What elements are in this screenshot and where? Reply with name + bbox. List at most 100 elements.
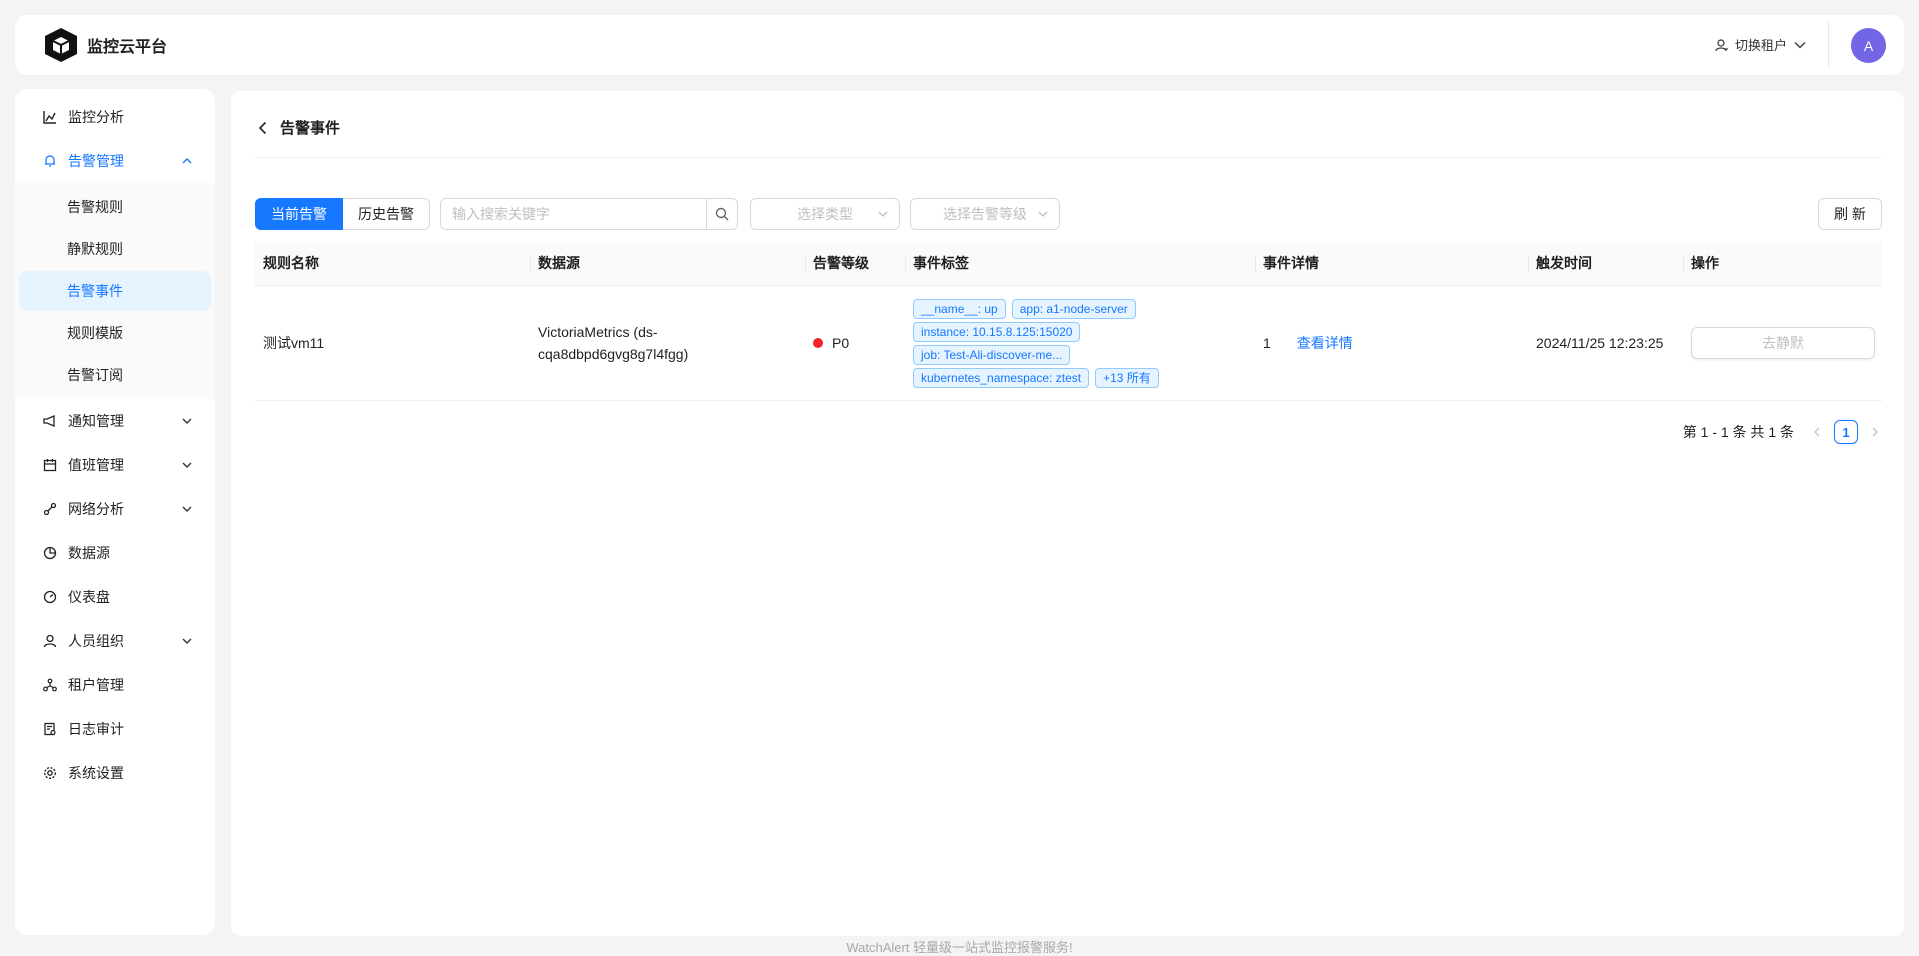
event-tag[interactable]: app: a1-node-server xyxy=(1011,298,1136,319)
dashboard-icon xyxy=(42,589,58,605)
sidebar-item-label: 告警管理 xyxy=(68,153,124,169)
sidebar-item-monitor-analysis[interactable]: 监控分析 xyxy=(15,95,215,139)
chevron-down-icon xyxy=(1794,41,1806,48)
event-tag[interactable]: job: Test-Ali-discover-me... xyxy=(913,344,1071,365)
sidebar-item-label: 仪表盘 xyxy=(68,589,110,605)
alert-type-segmented: 当前告警 历史告警 xyxy=(255,198,430,230)
chart-icon xyxy=(42,109,58,125)
event-tag[interactable]: kubernetes_namespace: ztest xyxy=(913,367,1090,388)
event-tag[interactable]: instance: 10.15.8.125:15020 xyxy=(913,321,1081,342)
user-avatar[interactable]: A xyxy=(1851,28,1886,63)
top-header: 监控云平台 切换租户 A xyxy=(15,15,1904,75)
sidebar-item-label: 通知管理 xyxy=(68,413,124,429)
chevron-left-icon xyxy=(1814,427,1820,437)
bell-icon xyxy=(42,153,58,169)
column-header-event-detail: 事件详情 xyxy=(1255,241,1528,285)
sidebar-item-tenant-management[interactable]: 租户管理 xyxy=(15,663,215,707)
page-title: 告警事件 xyxy=(280,120,341,137)
sidebar-item-log-audit[interactable]: 日志审计 xyxy=(15,707,215,751)
app-title: 监控云平台 xyxy=(87,39,168,56)
megaphone-icon xyxy=(42,413,58,429)
pie-icon xyxy=(42,545,58,561)
chevron-down-icon xyxy=(1038,211,1048,217)
severity-label: P0 xyxy=(832,335,850,351)
sidebar-item-alert-rules[interactable]: 告警规则 xyxy=(19,187,211,227)
type-select[interactable]: 选择类型 xyxy=(750,198,900,230)
sidebar-item-label: 网络分析 xyxy=(68,501,124,517)
sidebar-item-alert-events[interactable]: 告警事件 xyxy=(19,271,211,311)
event-tag[interactable]: __name__: up xyxy=(913,298,1006,319)
event-detail-cell: 1 查看详情 xyxy=(1255,286,1528,400)
sidebar-item-rule-templates[interactable]: 规则模版 xyxy=(19,313,211,353)
level-select[interactable]: 选择告警等级 xyxy=(910,198,1060,230)
sidebar-item-dashboard[interactable]: 仪表盘 xyxy=(15,575,215,619)
sidebar-item-alert-management[interactable]: 告警管理 xyxy=(15,139,215,183)
network-icon xyxy=(42,501,58,517)
tenant-switch-dropdown[interactable]: 切换租户 xyxy=(1715,35,1807,54)
search-box xyxy=(440,198,738,230)
column-header-event-tags: 事件标签 xyxy=(905,241,1255,285)
sidebar-item-label: 值班管理 xyxy=(68,457,124,473)
column-header-action: 操作 xyxy=(1683,241,1882,285)
trigger-time-cell: 2024/11/25 12:23:25 xyxy=(1536,335,1664,351)
sidebar-item-label: 数据源 xyxy=(68,545,110,561)
sidebar-item-label: 系统设置 xyxy=(68,765,124,781)
search-icon xyxy=(715,207,729,221)
sidebar-item-notification-management[interactable]: 通知管理 xyxy=(15,399,215,443)
tab-current-alerts[interactable]: 当前告警 xyxy=(255,198,343,230)
search-button[interactable] xyxy=(706,199,737,229)
sidebar-item-system-settings[interactable]: 系统设置 xyxy=(15,751,215,795)
event-tags-cell: __name__: up app: a1-node-server instanc… xyxy=(905,286,1255,400)
sidebar-item-network-analysis[interactable]: 网络分析 xyxy=(15,487,215,531)
sidebar-item-alert-subscriptions[interactable]: 告警订阅 xyxy=(19,355,211,395)
tenant-icon xyxy=(42,677,58,693)
view-detail-link[interactable]: 查看详情 xyxy=(1297,333,1353,353)
column-header-datasource: 数据源 xyxy=(530,241,805,285)
gear-icon xyxy=(42,765,58,781)
sidebar-item-people-org[interactable]: 人员组织 xyxy=(15,619,215,663)
chevron-down-icon xyxy=(182,418,192,424)
tab-history-alerts[interactable]: 历史告警 xyxy=(343,198,430,230)
column-header-severity: 告警等级 xyxy=(805,241,905,285)
header-divider xyxy=(1828,22,1829,68)
alert-events-table: 规则名称 数据源 告警等级 事件标签 事件详情 触发时间 操作 测试vm11 V… xyxy=(255,241,1882,401)
search-input[interactable] xyxy=(441,199,706,229)
app-logo[interactable]: 监控云平台 xyxy=(41,25,167,65)
tag-list: __name__: up app: a1-node-server instanc… xyxy=(913,298,1243,388)
chevron-down-icon xyxy=(182,462,192,468)
sidebar-item-duty-management[interactable]: 值班管理 xyxy=(15,443,215,487)
pagination-summary: 第 1 - 1 条 共 1 条 xyxy=(1682,424,1794,440)
filter-toolbar: 当前告警 历史告警 选择类型 选择告警等级 刷 新 xyxy=(255,198,1882,230)
chevron-up-icon xyxy=(182,158,192,164)
sidebar-item-silence-rules[interactable]: 静默规则 xyxy=(19,229,211,269)
action-cell: 去静默 xyxy=(1683,286,1882,400)
sidebar-item-datasource[interactable]: 数据源 xyxy=(15,531,215,575)
datasource-cell: VictoriaMetrics (ds-cqa8dbpd6gvg8g7l4fgg… xyxy=(530,286,805,400)
chevron-down-icon xyxy=(878,211,888,217)
tenant-switch-label: 切换租户 xyxy=(1735,38,1788,53)
rule-name-cell: 测试vm11 xyxy=(263,335,325,351)
chevron-right-icon xyxy=(1872,427,1878,437)
prev-page-button[interactable] xyxy=(1810,427,1824,437)
alert-management-submenu: 告警规则 静默规则 告警事件 规则模版 告警订阅 xyxy=(15,183,215,399)
sidebar-item-label: 租户管理 xyxy=(68,677,124,693)
chevron-down-icon xyxy=(182,638,192,644)
silence-button[interactable]: 去静默 xyxy=(1691,327,1875,359)
column-header-rule-name: 规则名称 xyxy=(263,255,319,271)
severity-dot xyxy=(813,338,823,348)
page-number-button[interactable]: 1 xyxy=(1834,420,1858,444)
refresh-button[interactable]: 刷 新 xyxy=(1818,198,1882,230)
datasource-text: VictoriaMetrics (ds-cqa8dbpd6gvg8g7l4fgg… xyxy=(538,324,689,362)
sidebar-item-label: 监控分析 xyxy=(68,109,124,125)
page-header: 告警事件 xyxy=(256,117,340,138)
header-divider-line xyxy=(254,157,1881,158)
back-arrow-icon[interactable] xyxy=(256,121,270,135)
show-all-tags[interactable]: +13 所有 xyxy=(1095,367,1159,388)
detail-count: 1 xyxy=(1263,335,1271,351)
type-select-placeholder: 选择类型 xyxy=(797,206,853,222)
next-page-button[interactable] xyxy=(1868,427,1882,437)
box-logo-icon xyxy=(45,28,77,62)
level-select-placeholder: 选择告警等级 xyxy=(943,206,1027,222)
user-switch-icon xyxy=(1715,38,1728,51)
column-header-trigger-time: 触发时间 xyxy=(1528,241,1683,285)
